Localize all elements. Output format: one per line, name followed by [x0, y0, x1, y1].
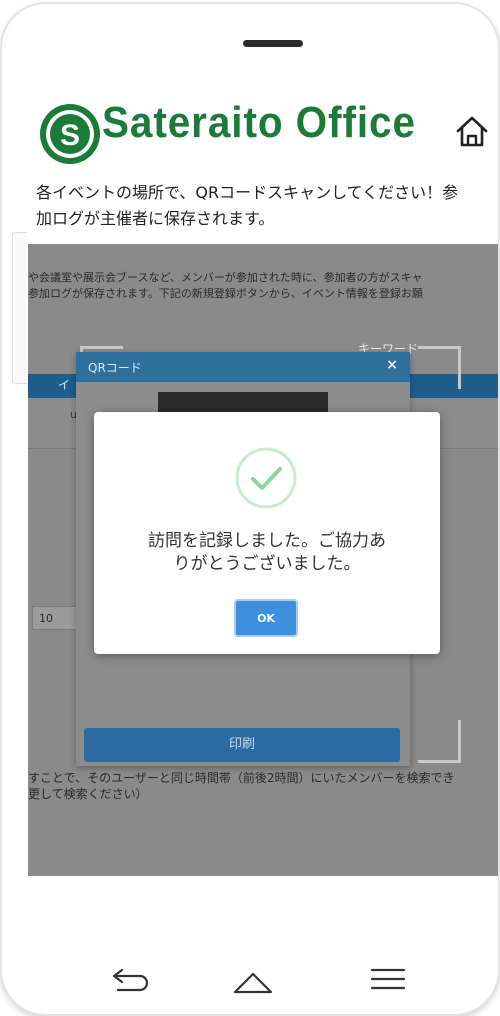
background-desc-line-2: 参加ログが保存されます。下記の新規登録ボタンから、イベント情報を登録お願 [28, 287, 423, 300]
background-description: や会議室や展示会ブースなど、メンバーが参加された時に、参加者の方がスキャ 参加ロ… [28, 270, 498, 302]
phone-speaker [243, 40, 303, 47]
background-desc-line-1: や会議室や展示会ブースなど、メンバーが参加された時に、参加者の方がスキャ [28, 271, 423, 284]
background-footer-note: すことで、そのユーザーと同じ時間帯（前後2時間）にいたメンバーを検索でき 更して… [28, 770, 498, 802]
instruction-line-1: 各イベントの場所で、QRコードスキャンしてください！参 [36, 183, 459, 202]
alert-message-line-1: 訪問を記録しました。ご協力あ [148, 531, 386, 551]
qr-dialog-header: QRコード × [76, 352, 410, 382]
print-button[interactable]: 印刷 [84, 728, 400, 762]
alert-message-line-2: りがとうございました。 [173, 554, 361, 574]
menu-icon[interactable] [368, 964, 408, 994]
check-circle-icon [234, 446, 298, 510]
background-footer-line-2: 更して検索ください） [28, 787, 148, 801]
qr-code-image [158, 392, 328, 412]
scan-instruction: 各イベントの場所で、QRコードスキャンしてください！参 加ログが主催者に保存され… [28, 176, 498, 244]
instruction-line-2: 加ログが主催者に保存されます。 [36, 209, 275, 228]
home-icon[interactable] [450, 110, 494, 154]
qr-dialog-title: QRコード [88, 361, 142, 375]
svg-text:S: S [60, 119, 80, 152]
app-header: S Sateraito Office [28, 94, 498, 178]
brand-title: Sateraito Office [102, 98, 416, 147]
background-footer-line-1: すことで、そのユーザーと同じ時間帯（前後2時間）にいたメンバーを検索でき [28, 771, 455, 785]
close-icon[interactable]: × [386, 357, 398, 373]
page-size-select: 10 [32, 606, 78, 630]
scan-frame-corner-tr [418, 346, 461, 389]
app-screen: S Sateraito Office 各イベントの場所で、QRコードスキャンして… [28, 76, 498, 876]
sateraito-logo: S [38, 102, 102, 166]
ok-button[interactable]: OK [234, 599, 298, 637]
phone-frame: S Sateraito Office 各イベントの場所で、QRコードスキャンして… [2, 4, 498, 1014]
table-header-text: イ [58, 378, 71, 392]
alert-message: 訪問を記録しました。ご協力あ りがとうございました。 [114, 530, 420, 576]
back-arrow-icon[interactable] [108, 958, 154, 998]
scan-frame-corner-br [418, 720, 461, 763]
android-nav-bar [2, 944, 498, 1014]
phone-side-button [12, 232, 27, 384]
home-outline-icon[interactable] [230, 962, 276, 1002]
success-alert: 訪問を記録しました。ご協力あ りがとうございました。 OK [94, 412, 440, 654]
